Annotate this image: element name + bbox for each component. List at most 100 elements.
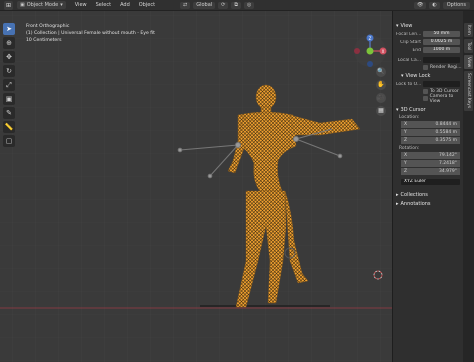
visibility-icon[interactable]: 👁 bbox=[413, 2, 427, 9]
add-cube-tool-icon[interactable]: ▢ bbox=[3, 135, 15, 147]
focal-length-row: Focal Len... 50 mm bbox=[393, 30, 463, 38]
menu-add[interactable]: Add bbox=[120, 2, 130, 8]
proportional-edit-icon[interactable]: ◎ bbox=[243, 2, 255, 9]
collapsed-chevron-icon: ▸ bbox=[396, 191, 399, 198]
value: 0.5584 m bbox=[435, 130, 457, 135]
location-label: Location: bbox=[399, 115, 420, 120]
view-section-header[interactable]: ▾ View bbox=[393, 21, 463, 30]
annotations-title: Annotations bbox=[400, 200, 431, 207]
clip-end-field[interactable]: 1000 m bbox=[423, 47, 460, 53]
rotate-tool-icon[interactable]: ↻ bbox=[3, 65, 15, 77]
scale-tool-icon[interactable]: ⤢ bbox=[3, 79, 15, 91]
expand-chevron-icon: ▾ bbox=[396, 106, 399, 113]
viewport-canvas: Z X bbox=[0, 11, 392, 362]
object-mode-icon: ▣ bbox=[20, 2, 25, 8]
mode-label: Object Mode bbox=[26, 2, 59, 8]
tab-item[interactable]: Item bbox=[464, 23, 473, 37]
menu-object[interactable]: Object bbox=[139, 2, 155, 8]
axis-label: Z bbox=[404, 138, 408, 143]
editor-type-icon[interactable]: ⊞ bbox=[4, 0, 13, 10]
viewport-header: ⊞ ▣ Object Mode ▾ View Select Add Object… bbox=[0, 0, 474, 11]
grid-scale-label: 10 Centimeters bbox=[26, 38, 62, 43]
lock-3d-cursor-checkbox[interactable] bbox=[423, 89, 428, 94]
axis-label: Y bbox=[404, 161, 407, 166]
location-x-field[interactable]: X 0.8444 m bbox=[401, 121, 460, 128]
measure-tool-icon[interactable]: 📏 bbox=[3, 121, 15, 133]
3d-cursor-title: 3D Cursor bbox=[400, 106, 426, 113]
menu-select[interactable]: Select bbox=[96, 2, 111, 8]
collections-section-header[interactable]: ▸ Collections bbox=[393, 190, 463, 199]
rotation-mode-row: XYZ Euler bbox=[393, 178, 463, 186]
rotation-label: Rotation: bbox=[399, 146, 420, 151]
options-button[interactable]: Options bbox=[442, 2, 470, 9]
value: 79.142° bbox=[439, 153, 457, 158]
rotation-z-field[interactable]: Z 34.979° bbox=[401, 168, 460, 175]
rotation-mode-select[interactable]: XYZ Euler bbox=[401, 179, 460, 185]
grid-ortho-icon[interactable]: ▦ bbox=[376, 106, 386, 116]
location-z-field[interactable]: Z 0.3575 m bbox=[401, 137, 460, 144]
view-section-title: View bbox=[400, 22, 413, 29]
tab-view[interactable]: View bbox=[464, 55, 473, 69]
pan-hand-icon[interactable]: ✋ bbox=[376, 80, 386, 90]
focal-length-field[interactable]: 50 mm bbox=[423, 31, 460, 37]
clip-end-label: End bbox=[412, 47, 421, 53]
axis-label: X bbox=[404, 122, 408, 127]
value: 7.2418° bbox=[439, 161, 457, 166]
view-name-label: Front Orthographic bbox=[26, 24, 70, 29]
local-camera-row: Local Ca... bbox=[393, 56, 463, 64]
axis-label: X bbox=[404, 153, 408, 158]
orientation-icon[interactable]: ⇄ bbox=[180, 2, 191, 9]
camera-to-view-row[interactable]: Camera to View bbox=[393, 94, 463, 104]
rotation-fields: X 79.142° Y 7.2418° Z 34.979° bbox=[393, 152, 463, 175]
clip-start-field[interactable]: 0.0025 m bbox=[423, 39, 460, 45]
focal-length-label: Focal Len... bbox=[396, 31, 422, 37]
lock-to-object-field[interactable] bbox=[423, 81, 460, 87]
menu-view[interactable]: View bbox=[75, 2, 87, 8]
axis-label: Y bbox=[404, 130, 407, 135]
3d-viewport[interactable]: Z X Front Orthographic (1) Collection | … bbox=[0, 11, 392, 362]
view-lock-title: View Lock bbox=[405, 72, 431, 79]
tab-screencast-keys[interactable]: Screencast Keys bbox=[464, 71, 473, 111]
transform-orientation-select[interactable]: Global bbox=[193, 2, 216, 9]
snap-icon[interactable]: ⧉ bbox=[231, 2, 241, 9]
local-camera-field[interactable] bbox=[423, 57, 460, 63]
value: 0.8444 m bbox=[435, 122, 457, 127]
shading-icon[interactable]: ◐ bbox=[429, 2, 440, 9]
render-region-checkbox-row[interactable]: Render Regi... bbox=[393, 64, 463, 71]
view-lock-section-header[interactable]: ▾ View Lock bbox=[393, 71, 463, 80]
rotation-x-field[interactable]: X 79.142° bbox=[401, 152, 460, 159]
rotation-y-field[interactable]: Y 7.2418° bbox=[401, 160, 460, 167]
lock-to-object-label: Lock to O... bbox=[396, 81, 422, 87]
header-right: 👁 ◐ Options bbox=[413, 2, 470, 9]
tool-shelf: ➤ ⊕ ✥ ↻ ⤢ ▣ ✎ 📏 ▢ bbox=[3, 23, 16, 147]
annotate-tool-icon[interactable]: ✎ bbox=[3, 107, 15, 119]
render-region-label: Render Regi... bbox=[430, 65, 462, 70]
mode-select[interactable]: ▣ Object Mode ▾ bbox=[17, 1, 66, 9]
value: 0.3575 m bbox=[435, 138, 457, 143]
move-tool-icon[interactable]: ✥ bbox=[3, 51, 15, 63]
transform-controls: ⇄ Global ⟳ ⧉ ◎ bbox=[180, 2, 255, 9]
render-region-checkbox[interactable] bbox=[423, 65, 428, 70]
camera-to-view-checkbox[interactable] bbox=[423, 96, 428, 101]
location-y-field[interactable]: Y 0.5584 m bbox=[401, 129, 460, 136]
value: 34.979° bbox=[439, 169, 457, 174]
chevron-down-icon: ▾ bbox=[60, 2, 63, 8]
gizmo-x-label: X bbox=[382, 49, 385, 54]
cursor-tool-icon[interactable]: ⊕ bbox=[3, 37, 15, 49]
location-fields: X 0.8444 m Y 0.5584 m Z 0.3575 m bbox=[393, 121, 463, 144]
grid-floor bbox=[0, 11, 392, 362]
pivot-icon[interactable]: ⟳ bbox=[218, 2, 229, 9]
zoom-icon[interactable]: 🔍 bbox=[376, 67, 386, 77]
sidebar-tabs: Item Tool View Screencast Keys bbox=[463, 11, 474, 362]
sidebar-view-panel: ▾ View Focal Len... 50 mm Clip Start 0.0… bbox=[392, 11, 463, 362]
camera-view-icon[interactable]: 🎥 bbox=[376, 93, 386, 103]
annotations-section-header[interactable]: ▸ Annotations bbox=[393, 199, 463, 208]
tab-tool[interactable]: Tool bbox=[464, 39, 473, 53]
transform-tool-icon[interactable]: ▣ bbox=[3, 93, 15, 105]
lock-to-object-row: Lock to O... bbox=[393, 80, 463, 88]
3d-cursor-section-header[interactable]: ▾ 3D Cursor bbox=[393, 105, 463, 114]
expand-chevron-icon: ▾ bbox=[396, 22, 399, 29]
select-tool-icon[interactable]: ➤ bbox=[3, 23, 15, 35]
collection-label: (1) Collection | Universal Female withou… bbox=[26, 31, 155, 36]
clip-start-label: Clip Start bbox=[400, 39, 421, 45]
